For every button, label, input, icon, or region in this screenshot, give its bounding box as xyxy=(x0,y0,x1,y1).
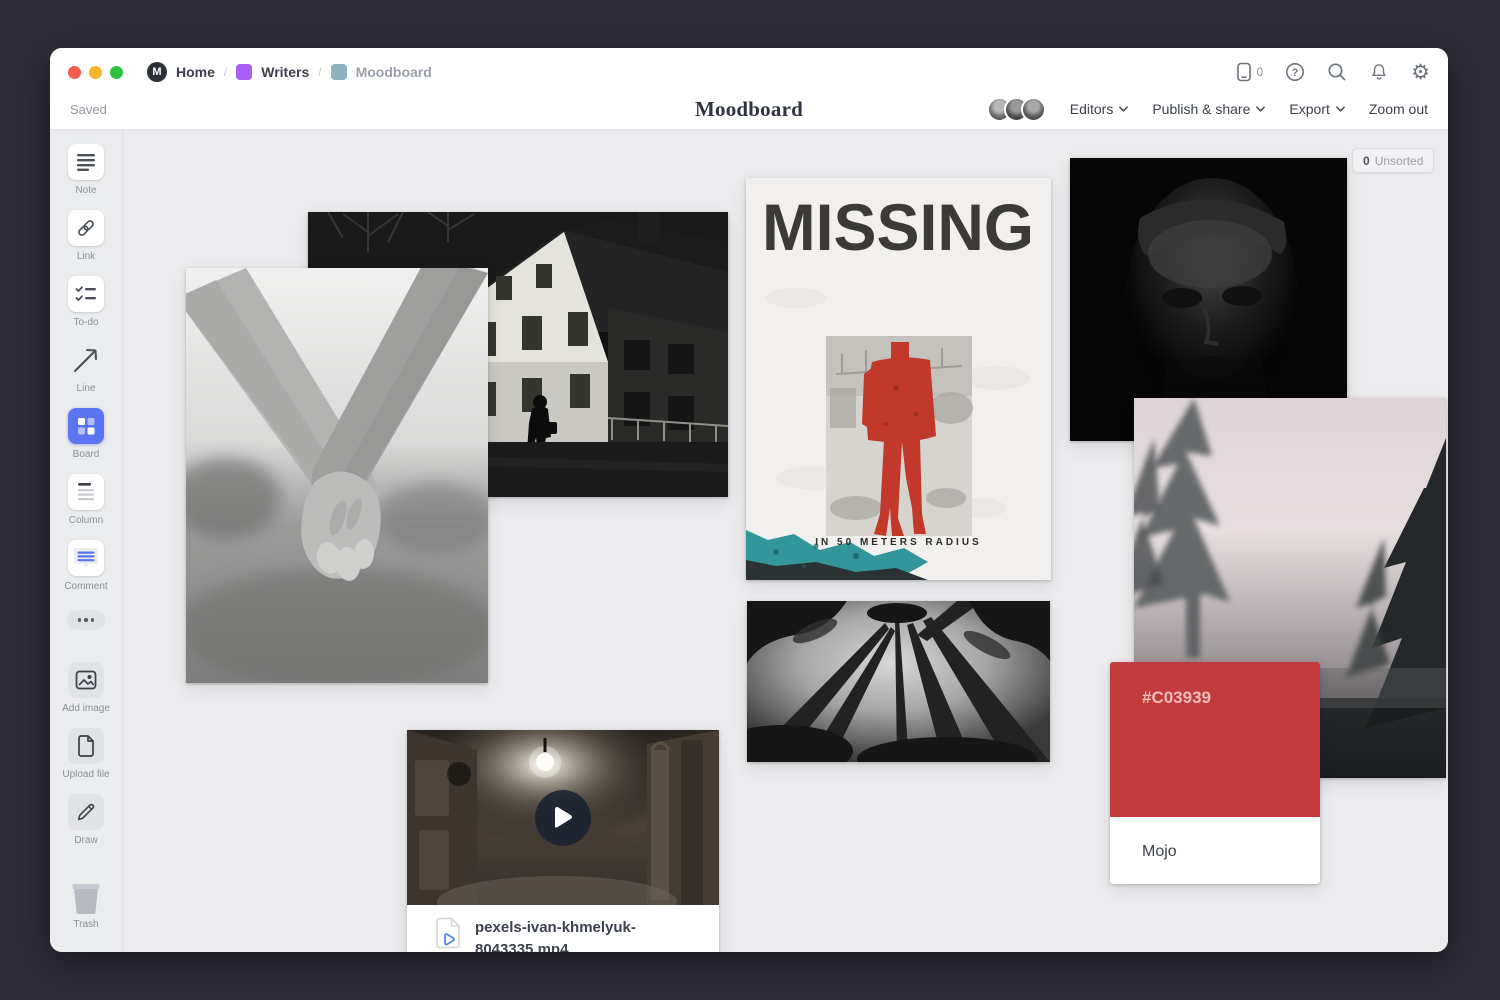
publish-share-label: Publish & share xyxy=(1152,101,1250,117)
search-icon xyxy=(1327,62,1347,82)
tool-upload-file[interactable]: Upload file xyxy=(62,728,109,780)
color-hex-value: #C03939 xyxy=(1142,688,1211,707)
tool-comment[interactable]: Comment xyxy=(64,540,107,592)
tool-board[interactable]: Board xyxy=(68,408,104,460)
settings-button[interactable]: ⚙ xyxy=(1411,62,1430,83)
play-button[interactable] xyxy=(535,790,591,846)
missing-poster-image[interactable]: MISSING xyxy=(746,178,1051,580)
chevron-down-icon xyxy=(1119,106,1128,112)
editors-label: Editors xyxy=(1070,101,1114,117)
mobile-device-button[interactable]: 0 xyxy=(1236,62,1263,82)
color-name: Mojo xyxy=(1110,817,1320,861)
video-card[interactable]: pexels-ivan-khmelyuk-8043335.mp4 xyxy=(407,730,719,952)
help-button[interactable]: ? xyxy=(1285,62,1305,82)
todo-icon xyxy=(75,285,97,303)
tool-add-image[interactable]: Add image xyxy=(62,662,110,714)
export-button[interactable]: Export xyxy=(1289,101,1344,117)
tool-label: Link xyxy=(77,251,95,262)
column-icon xyxy=(76,481,96,503)
gear-icon: ⚙ xyxy=(1411,62,1430,83)
bell-icon xyxy=(1369,62,1389,82)
avatar xyxy=(1021,97,1046,122)
looking-up-trees-photo[interactable] xyxy=(747,601,1050,762)
maximize-window-button[interactable] xyxy=(110,66,123,79)
chevron-down-icon xyxy=(1256,106,1265,112)
moodboard-canvas[interactable]: 0 Unsorted xyxy=(123,130,1448,952)
color-swatch-card[interactable]: #C03939 Mojo xyxy=(1110,662,1320,884)
phone-icon xyxy=(1236,62,1252,82)
tool-label: Board xyxy=(73,449,100,460)
tool-line[interactable]: Line xyxy=(68,342,104,394)
question-icon: ? xyxy=(1285,62,1305,82)
unsorted-label: Unsorted xyxy=(1375,154,1424,168)
play-icon xyxy=(552,806,574,830)
unsorted-count: 0 xyxy=(1363,154,1370,168)
poster-title: MISSING xyxy=(762,189,1034,264)
zoom-out-button[interactable]: Zoom out xyxy=(1369,101,1428,117)
video-filename: pexels-ivan-khmelyuk-8043335.mp4 xyxy=(475,917,675,952)
search-button[interactable] xyxy=(1327,62,1347,82)
tool-label: Column xyxy=(69,515,103,526)
app-window: M Home / Writers / Moodboard 0 xyxy=(50,48,1448,952)
close-window-button[interactable] xyxy=(68,66,81,79)
tool-label: Upload file xyxy=(62,769,109,780)
unsorted-badge[interactable]: 0 Unsorted xyxy=(1352,148,1434,173)
publish-share-button[interactable]: Publish & share xyxy=(1152,101,1265,117)
svg-text:?: ? xyxy=(1292,67,1299,79)
tool-note[interactable]: Note xyxy=(68,144,104,196)
more-tools-button[interactable] xyxy=(67,610,105,630)
export-label: Export xyxy=(1289,101,1329,117)
breadcrumb-separator: / xyxy=(224,65,227,79)
breadcrumb-separator: / xyxy=(318,65,321,79)
window-controls xyxy=(68,66,123,79)
link-icon xyxy=(75,217,97,239)
tool-label: Note xyxy=(75,185,96,196)
tool-link[interactable]: Link xyxy=(68,210,104,262)
zoom-out-label: Zoom out xyxy=(1369,101,1428,117)
moodboard-board-icon[interactable] xyxy=(331,64,347,80)
upload-file-icon xyxy=(77,735,95,757)
editors-menu-button[interactable]: Editors xyxy=(1070,101,1129,117)
tool-label: Draw xyxy=(74,835,97,846)
trash-icon xyxy=(67,880,105,914)
add-image-icon xyxy=(75,670,97,690)
poster-subtitle: IN 50 METERS RADIUS xyxy=(746,537,1051,548)
tool-draw[interactable]: Draw xyxy=(68,794,104,846)
tool-label: To-do xyxy=(73,317,98,328)
breadcrumb-home[interactable]: Home xyxy=(176,64,215,80)
tool-label: Line xyxy=(77,383,96,394)
tool-column[interactable]: Column xyxy=(68,474,104,526)
chevron-down-icon xyxy=(1336,106,1345,112)
video-file-icon xyxy=(435,917,461,949)
breadcrumb-writers[interactable]: Writers xyxy=(261,64,309,80)
board-icon xyxy=(76,416,96,436)
tool-todo[interactable]: To-do xyxy=(68,276,104,328)
tool-label: Comment xyxy=(64,581,107,592)
breadcrumb: M Home / Writers / Moodboard xyxy=(147,62,432,82)
breadcrumb-moodboard[interactable]: Moodboard xyxy=(356,64,432,80)
header: M Home / Writers / Moodboard 0 xyxy=(50,48,1448,130)
ellipsis-icon xyxy=(78,618,82,622)
device-count: 0 xyxy=(1256,65,1263,79)
draw-icon xyxy=(75,801,97,823)
tool-trash[interactable]: Trash xyxy=(67,880,105,930)
editor-avatars[interactable] xyxy=(987,97,1046,122)
tool-sidebar: Note Link To-do Line xyxy=(50,130,123,952)
comment-icon xyxy=(73,546,99,570)
minimize-window-button[interactable] xyxy=(89,66,102,79)
app-logo-icon[interactable]: M xyxy=(147,62,167,82)
color-swatch: #C03939 xyxy=(1110,662,1320,817)
line-arrow-icon xyxy=(71,345,101,375)
notifications-button[interactable] xyxy=(1369,62,1389,82)
save-status: Saved xyxy=(70,102,107,117)
video-thumbnail xyxy=(407,730,719,905)
note-icon xyxy=(76,153,96,171)
tool-label: Add image xyxy=(62,703,110,714)
tool-label: Trash xyxy=(73,919,98,930)
holding-hands-photo[interactable] xyxy=(186,268,488,683)
writers-board-icon[interactable] xyxy=(236,64,252,80)
